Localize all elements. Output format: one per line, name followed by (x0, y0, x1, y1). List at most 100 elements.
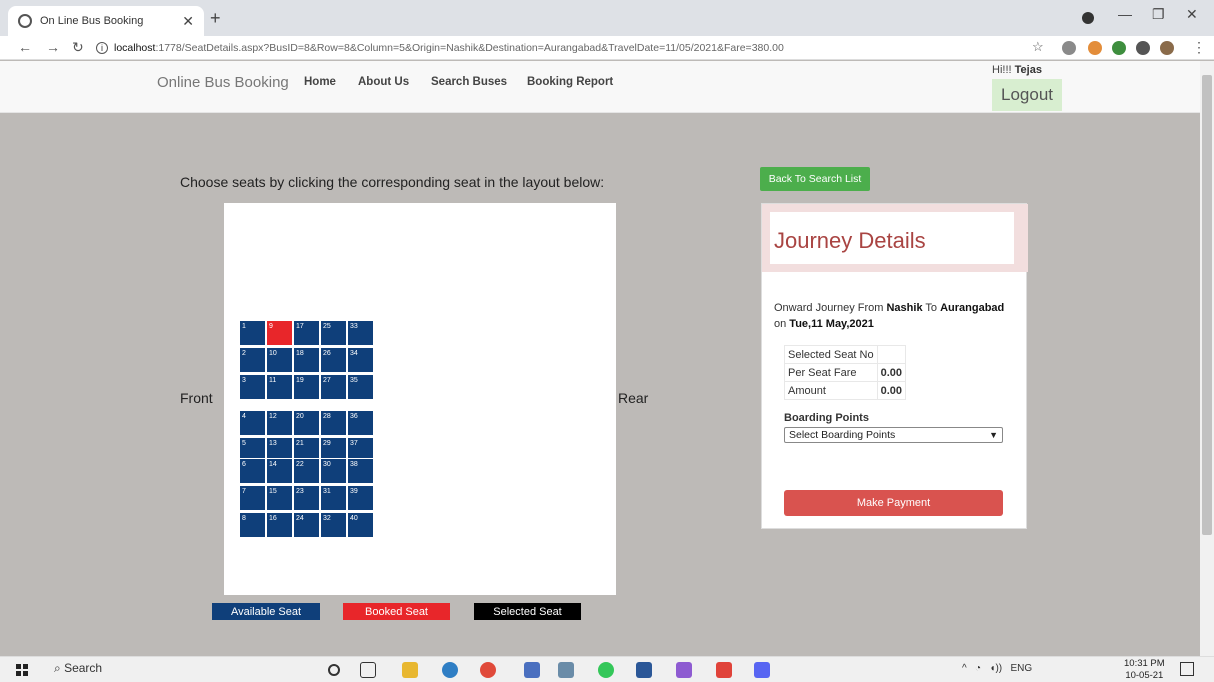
maximize-icon[interactable]: ❐ (1152, 6, 1165, 23)
taskbar-clock[interactable]: 10:31 PM 10-05-21 (1124, 658, 1165, 682)
available-seat[interactable]: 20 (293, 410, 320, 436)
available-seat[interactable]: 28 (320, 410, 347, 436)
volume-icon[interactable]: ◖)) (989, 663, 1002, 674)
available-seat[interactable]: 25 (320, 320, 347, 346)
amazon-icon[interactable] (558, 662, 574, 678)
table-row: Amount 0.00 (784, 381, 907, 400)
windows-start-icon[interactable] (16, 664, 28, 676)
available-seat[interactable]: 12 (266, 410, 293, 436)
back-to-search-button[interactable]: Back To Search List (760, 167, 870, 191)
chrome-icon[interactable] (480, 662, 496, 678)
available-seat[interactable]: 22 (293, 458, 320, 484)
page-scrollbar[interactable] (1200, 61, 1214, 656)
edge-icon[interactable] (442, 662, 458, 678)
record-icon[interactable] (1082, 12, 1094, 24)
available-seat[interactable]: 24 (293, 512, 320, 538)
extension-icon[interactable] (1088, 41, 1102, 55)
back-arrow-icon[interactable]: ← (18, 39, 32, 55)
browser-tab[interactable]: On Line Bus Booking ✕ (8, 6, 204, 36)
extension-icon[interactable] (1112, 41, 1126, 55)
scrollbar-thumb[interactable] (1202, 75, 1212, 535)
taskbar-search[interactable]: ⌕ Search (54, 661, 102, 676)
available-seat[interactable]: 7 (239, 485, 266, 511)
available-seat[interactable]: 23 (293, 485, 320, 511)
available-seat[interactable]: 3 (239, 374, 266, 400)
anydesk-icon[interactable] (716, 662, 732, 678)
minimize-icon[interactable]: — (1118, 6, 1132, 22)
origin: Nashik (886, 302, 923, 314)
available-seat[interactable]: 38 (347, 458, 374, 484)
selected-seat-value (876, 345, 907, 364)
word-icon[interactable] (636, 662, 652, 678)
available-seat[interactable]: 36 (347, 410, 374, 436)
file-explorer-icon[interactable] (402, 662, 418, 678)
dropbox-icon[interactable] (524, 662, 540, 678)
available-seat[interactable]: 18 (293, 347, 320, 373)
brand-link[interactable]: Online Bus Booking (157, 74, 289, 91)
available-seat[interactable]: 39 (347, 485, 374, 511)
available-seat[interactable]: 11 (266, 374, 293, 400)
site-navbar: Online Bus Booking Home About Us Search … (0, 61, 1200, 113)
reload-icon[interactable]: ↻ (72, 39, 84, 56)
browser-toolbar: ← → ↻ i localhost:1778/SeatDetails.aspx?… (0, 36, 1214, 60)
task-view-icon[interactable] (360, 662, 376, 678)
language-indicator[interactable]: ENG (1010, 663, 1032, 674)
system-tray[interactable]: ^ ◔ ◖)) ENG (962, 663, 1032, 674)
available-seat[interactable]: 40 (347, 512, 374, 538)
nav-booking-report[interactable]: Booking Report (527, 76, 613, 88)
booked-seat: 9 (266, 320, 293, 346)
logout-button[interactable]: Logout (992, 79, 1062, 111)
address-bar[interactable]: i localhost:1778/SeatDetails.aspx?BusID=… (96, 38, 1056, 58)
amount-label: Amount (784, 381, 878, 400)
nav-search-buses[interactable]: Search Buses (431, 76, 507, 88)
available-seat[interactable]: 14 (266, 458, 293, 484)
available-seat[interactable]: 8 (239, 512, 266, 538)
available-seat[interactable]: 34 (347, 347, 374, 373)
available-seat[interactable]: 1 (239, 320, 266, 346)
whatsapp-icon[interactable] (598, 662, 614, 678)
available-seat[interactable]: 27 (320, 374, 347, 400)
available-seat[interactable]: 2 (239, 347, 266, 373)
available-seat[interactable]: 10 (266, 347, 293, 373)
available-seat[interactable]: 17 (293, 320, 320, 346)
close-window-icon[interactable]: ✕ (1186, 6, 1198, 23)
boarding-points-select[interactable]: Select Boarding Points ▼ (784, 427, 1003, 443)
available-seat[interactable]: 33 (347, 320, 374, 346)
search-icon: ⌕ (54, 661, 61, 675)
new-tab-icon[interactable]: + (210, 8, 221, 29)
available-seat[interactable]: 15 (266, 485, 293, 511)
avatar[interactable] (1160, 41, 1174, 55)
forward-arrow-icon[interactable]: → (46, 39, 60, 55)
nav-about-us[interactable]: About Us (358, 76, 409, 88)
notification-icon[interactable] (1180, 662, 1194, 676)
amount-value: 0.00 (876, 381, 907, 400)
nav-home[interactable]: Home (304, 76, 336, 88)
extension-icon[interactable] (1062, 41, 1076, 55)
visual-studio-icon[interactable] (676, 662, 692, 678)
discord-icon[interactable] (754, 662, 770, 678)
menu-dots-icon[interactable]: ⋮ (1192, 39, 1206, 56)
make-payment-button[interactable]: Make Payment (784, 490, 1003, 516)
puzzle-icon[interactable] (1136, 41, 1150, 55)
journey-details-card: Journey Details Onward Journey From Nash… (761, 203, 1028, 529)
chevron-up-icon[interactable]: ^ (962, 663, 967, 674)
available-seat[interactable]: 30 (320, 458, 347, 484)
chevron-down-icon: ▼ (989, 430, 998, 440)
available-seat[interactable]: 19 (293, 374, 320, 400)
bookmark-star-icon[interactable]: ☆ (1032, 39, 1044, 55)
available-seat[interactable]: 26 (320, 347, 347, 373)
info-icon[interactable]: i (96, 42, 108, 54)
available-seat[interactable]: 32 (320, 512, 347, 538)
per-seat-fare-label: Per Seat Fare (784, 363, 878, 382)
available-seat[interactable]: 4 (239, 410, 266, 436)
available-seat[interactable]: 31 (320, 485, 347, 511)
taskbar-search-label: Search (64, 661, 103, 675)
wifi-icon[interactable]: ◔ (975, 663, 981, 674)
available-seat[interactable]: 6 (239, 458, 266, 484)
selected-seat-label: Selected Seat No (784, 345, 878, 364)
available-seat[interactable]: 16 (266, 512, 293, 538)
available-seat[interactable]: 35 (347, 374, 374, 400)
boarding-points-label: Boarding Points (784, 412, 869, 424)
close-tab-icon[interactable]: ✕ (182, 13, 194, 30)
cortana-icon[interactable] (328, 664, 340, 676)
